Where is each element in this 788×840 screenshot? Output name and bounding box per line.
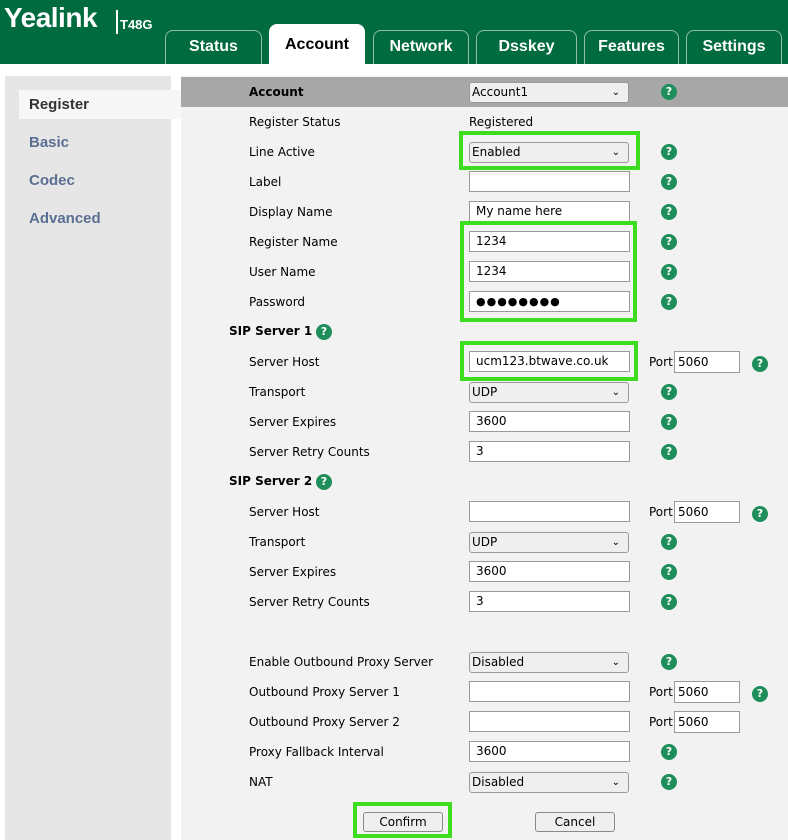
display-name-input[interactable]: My name here bbox=[469, 201, 630, 222]
tab-features[interactable]: Features bbox=[584, 30, 679, 64]
outbound-enable-label: Enable Outbound Proxy Server bbox=[249, 655, 434, 669]
tab-account[interactable]: Account bbox=[269, 24, 365, 64]
sip2-port-input[interactable]: 5060 bbox=[674, 501, 740, 523]
display-name-label: Display Name bbox=[249, 205, 333, 219]
model-label: T48G bbox=[120, 17, 153, 32]
sidebar-item-codec[interactable]: Codec bbox=[29, 172, 75, 189]
help-icon[interactable]: ? bbox=[752, 356, 768, 372]
help-icon[interactable]: ? bbox=[661, 204, 677, 220]
sip2-retry-label: Server Retry Counts bbox=[249, 595, 370, 609]
sip1-transport-label: Transport bbox=[249, 385, 306, 399]
outbound-1-port-label: Port bbox=[649, 685, 673, 699]
help-icon[interactable]: ? bbox=[661, 84, 677, 100]
sip1-port-input[interactable]: 5060 bbox=[674, 351, 740, 373]
yealink-logo: Yealink bbox=[4, 2, 98, 33]
outbound-1-input[interactable] bbox=[469, 681, 630, 702]
line-active-label: Line Active bbox=[249, 145, 315, 159]
help-icon[interactable]: ? bbox=[661, 744, 677, 760]
help-icon[interactable]: ? bbox=[661, 144, 677, 160]
user-name-label: User Name bbox=[249, 265, 316, 279]
help-icon[interactable]: ? bbox=[661, 384, 677, 400]
help-icon[interactable]: ? bbox=[661, 174, 677, 190]
sip1-retry-label: Server Retry Counts bbox=[249, 445, 370, 459]
sidebar bbox=[5, 76, 171, 840]
sip-server-2-heading: SIP Server 2 bbox=[229, 474, 313, 488]
help-icon[interactable]: ? bbox=[661, 774, 677, 790]
tab-settings[interactable]: Settings bbox=[686, 30, 782, 64]
top-header: Yealink T48G Status Account Network Dssk… bbox=[0, 0, 788, 64]
outbound-1-label: Outbound Proxy Server 1 bbox=[249, 685, 400, 699]
sip2-transport-label: Transport bbox=[249, 535, 306, 549]
sip2-server-host-label: Server Host bbox=[249, 505, 320, 519]
outbound-1-port-input[interactable]: 5060 bbox=[674, 681, 740, 703]
outbound-2-input[interactable] bbox=[469, 711, 630, 732]
sidebar-item-basic[interactable]: Basic bbox=[29, 134, 69, 151]
account-select[interactable]: Account1 ⌄ bbox=[469, 82, 629, 103]
fallback-input[interactable]: 3600 bbox=[469, 741, 630, 762]
sip2-transport-select[interactable]: UDP ⌄ bbox=[469, 532, 629, 553]
sidebar-item-register-label[interactable]: Register bbox=[29, 96, 89, 113]
help-icon[interactable]: ? bbox=[661, 414, 677, 430]
highlight-box-confirm bbox=[353, 802, 452, 838]
help-icon[interactable]: ? bbox=[661, 534, 677, 550]
register-status-value: Registered bbox=[469, 115, 534, 129]
help-icon[interactable]: ? bbox=[752, 506, 768, 522]
tab-dsskey[interactable]: Dsskey bbox=[476, 30, 577, 64]
password-label: Password bbox=[249, 295, 306, 309]
label-input[interactable] bbox=[469, 171, 630, 192]
help-icon[interactable]: ? bbox=[661, 444, 677, 460]
sip1-retry-input[interactable]: 3 bbox=[469, 441, 630, 462]
help-icon[interactable]: ? bbox=[661, 594, 677, 610]
help-icon[interactable]: ? bbox=[661, 294, 677, 310]
tab-network[interactable]: Network bbox=[373, 30, 469, 64]
sip-server-1-heading: SIP Server 1 bbox=[229, 324, 313, 338]
sip2-port-label: Port bbox=[649, 505, 673, 519]
sip1-expires-label: Server Expires bbox=[249, 415, 337, 429]
logo-divider bbox=[116, 10, 118, 34]
chevron-down-icon: ⌄ bbox=[611, 387, 620, 398]
highlight-box-line-active bbox=[459, 131, 640, 170]
chevron-down-icon: ⌄ bbox=[611, 537, 620, 548]
sip1-server-host-label: Server Host bbox=[249, 355, 320, 369]
sip2-server-host-input[interactable] bbox=[469, 501, 630, 522]
nat-label: NAT bbox=[249, 775, 273, 789]
nat-select[interactable]: Disabled ⌄ bbox=[469, 772, 629, 793]
help-icon[interactable]: ? bbox=[752, 686, 768, 702]
chevron-down-icon: ⌄ bbox=[611, 777, 620, 788]
help-icon[interactable]: ? bbox=[316, 474, 332, 490]
tab-status[interactable]: Status bbox=[165, 30, 262, 64]
sidebar-item-advanced[interactable]: Advanced bbox=[29, 210, 101, 227]
highlight-box-credentials bbox=[460, 221, 637, 322]
help-icon[interactable]: ? bbox=[661, 654, 677, 670]
highlight-box-server-host bbox=[460, 341, 638, 381]
sip1-transport-select[interactable]: UDP ⌄ bbox=[469, 382, 629, 403]
label-label: Label bbox=[249, 175, 282, 189]
outbound-2-port-label: Port bbox=[649, 715, 673, 729]
help-icon[interactable]: ? bbox=[661, 234, 677, 250]
outbound-2-port-input[interactable]: 5060 bbox=[674, 711, 740, 733]
cancel-button[interactable]: Cancel bbox=[535, 812, 615, 832]
sip2-expires-label: Server Expires bbox=[249, 565, 337, 579]
help-icon[interactable]: ? bbox=[316, 324, 332, 340]
help-icon[interactable]: ? bbox=[661, 264, 677, 280]
fallback-label: Proxy Fallback Interval bbox=[249, 745, 384, 759]
chevron-down-icon: ⌄ bbox=[611, 657, 620, 668]
outbound-enable-select[interactable]: Disabled ⌄ bbox=[469, 652, 629, 673]
sip2-expires-input[interactable]: 3600 bbox=[469, 561, 630, 582]
outbound-2-label: Outbound Proxy Server 2 bbox=[249, 715, 400, 729]
sip1-port-label: Port bbox=[649, 355, 673, 369]
chevron-down-icon: ⌄ bbox=[611, 87, 620, 98]
register-name-label: Register Name bbox=[249, 235, 338, 249]
account-label: Account bbox=[249, 85, 304, 99]
sip2-retry-input[interactable]: 3 bbox=[469, 591, 630, 612]
sip1-expires-input[interactable]: 3600 bbox=[469, 411, 630, 432]
help-icon[interactable]: ? bbox=[661, 564, 677, 580]
register-status-label: Register Status bbox=[249, 115, 341, 129]
